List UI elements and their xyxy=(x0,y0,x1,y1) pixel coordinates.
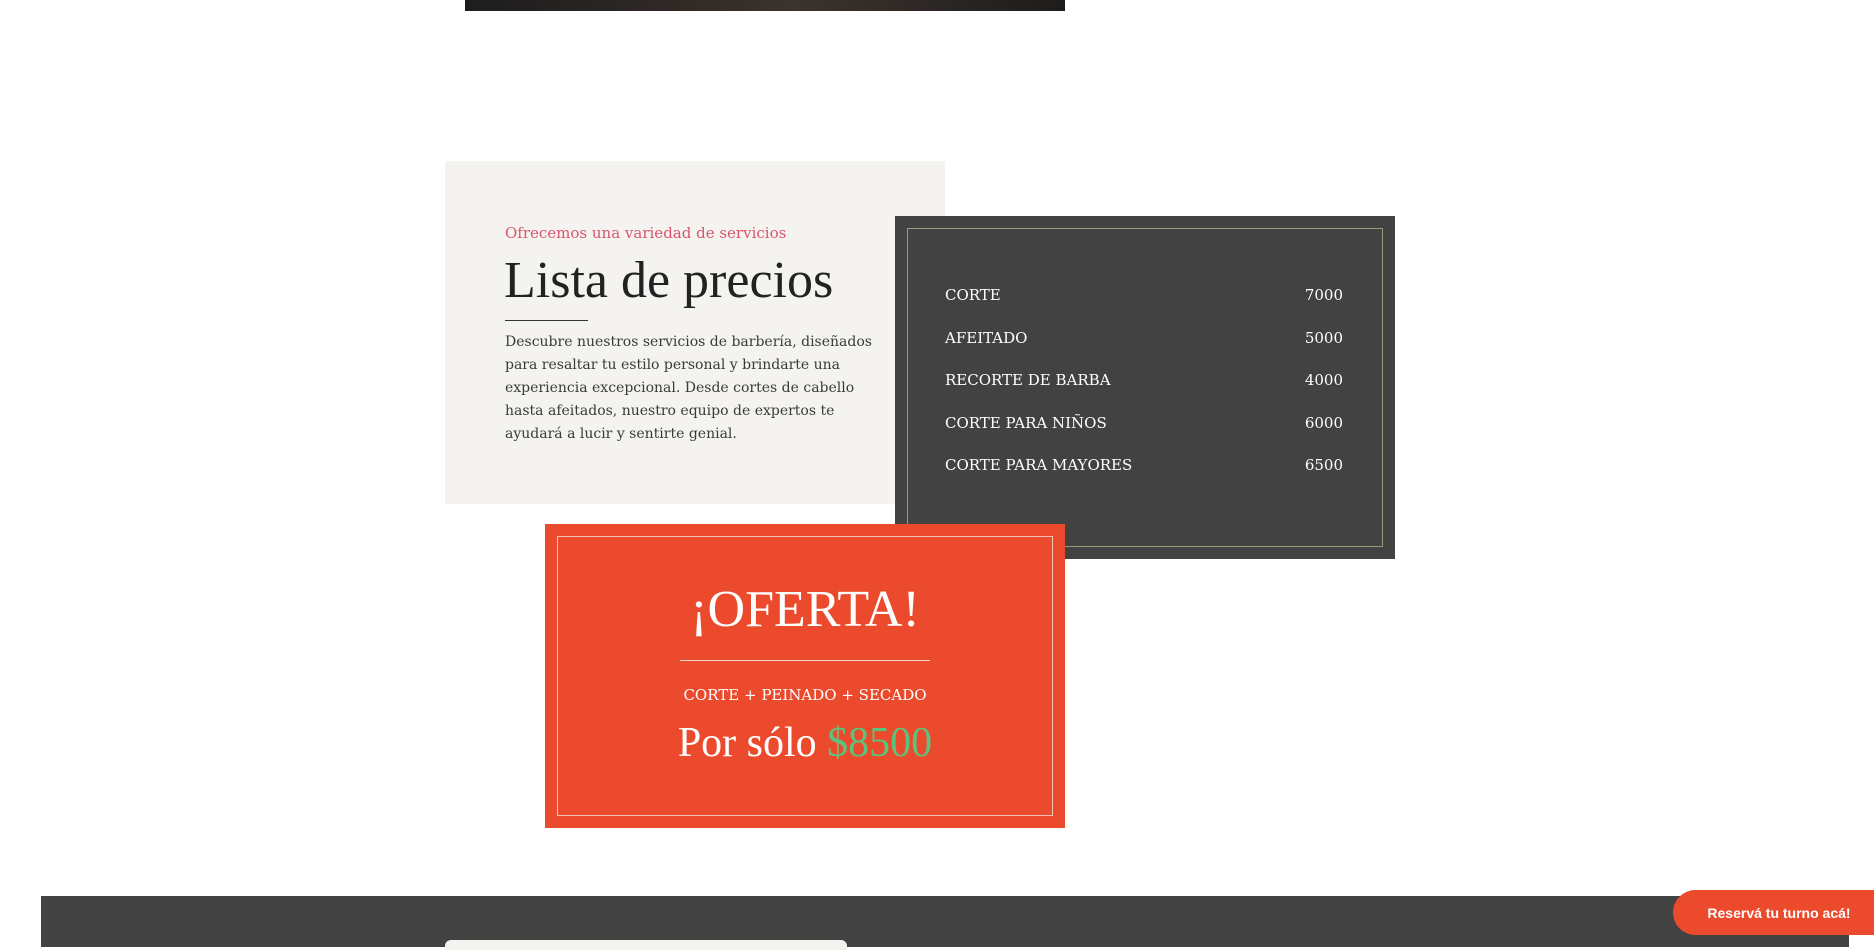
service-price: 6000 xyxy=(1304,413,1343,432)
offer-divider xyxy=(680,660,930,661)
price-row-corte-para-mayores: CORTE PARA MAYORES 6500 xyxy=(945,456,1343,499)
offer-card: ¡OFERTA! CORTE + PEINADO + SECADO Por só… xyxy=(545,524,1065,828)
price-list: CORTE 7000 AFEITADO 5000 RECORTE DE BARB… xyxy=(945,286,1343,499)
service-price: 6500 xyxy=(1304,456,1343,474)
price-table: CORTE 7000 AFEITADO 5000 RECORTE DE BARB… xyxy=(895,216,1395,559)
hero-image xyxy=(465,0,1065,11)
price-row-recorte-de-barba: RECORTE DE BARBA 4000 xyxy=(945,371,1343,414)
title-divider xyxy=(505,320,588,321)
service-price: 4000 xyxy=(1304,371,1343,389)
service-name: RECORTE DE BARBA xyxy=(945,371,1111,389)
service-name: CORTE PARA NIÑOS xyxy=(945,413,1107,432)
offer-subtitle: CORTE + PEINADO + SECADO xyxy=(683,686,927,704)
service-name: AFEITADO xyxy=(945,328,1028,347)
book-appointment-button[interactable]: Reservá tu turno acá! xyxy=(1673,890,1874,935)
offer-price-amount: $8500 xyxy=(827,720,933,766)
intro-eyebrow: Ofrecemos una variedad de servicios xyxy=(505,224,787,242)
offer-frame xyxy=(557,536,1053,816)
service-price: 7000 xyxy=(1304,286,1343,304)
offer-title: ¡OFERTA! xyxy=(690,581,920,638)
service-name: CORTE xyxy=(945,286,1001,304)
price-row-corte-para-ninos: CORTE PARA NIÑOS 6000 xyxy=(945,414,1343,457)
price-list-intro: Ofrecemos una variedad de servicios List… xyxy=(445,161,945,504)
offer-price-prefix: Por sólo xyxy=(677,720,817,766)
footer-card-top xyxy=(445,940,847,950)
price-row-corte: CORTE 7000 xyxy=(945,286,1343,329)
price-row-afeitado: AFEITADO 5000 xyxy=(945,329,1343,372)
offer-price: Por sólo $8500 xyxy=(545,722,1065,764)
service-price: 5000 xyxy=(1304,328,1343,347)
service-name: CORTE PARA MAYORES xyxy=(945,456,1133,474)
intro-description: Descubre nuestros servicios de barbería,… xyxy=(505,334,872,442)
page-title: Lista de precios xyxy=(504,252,834,309)
footer xyxy=(41,896,1849,950)
